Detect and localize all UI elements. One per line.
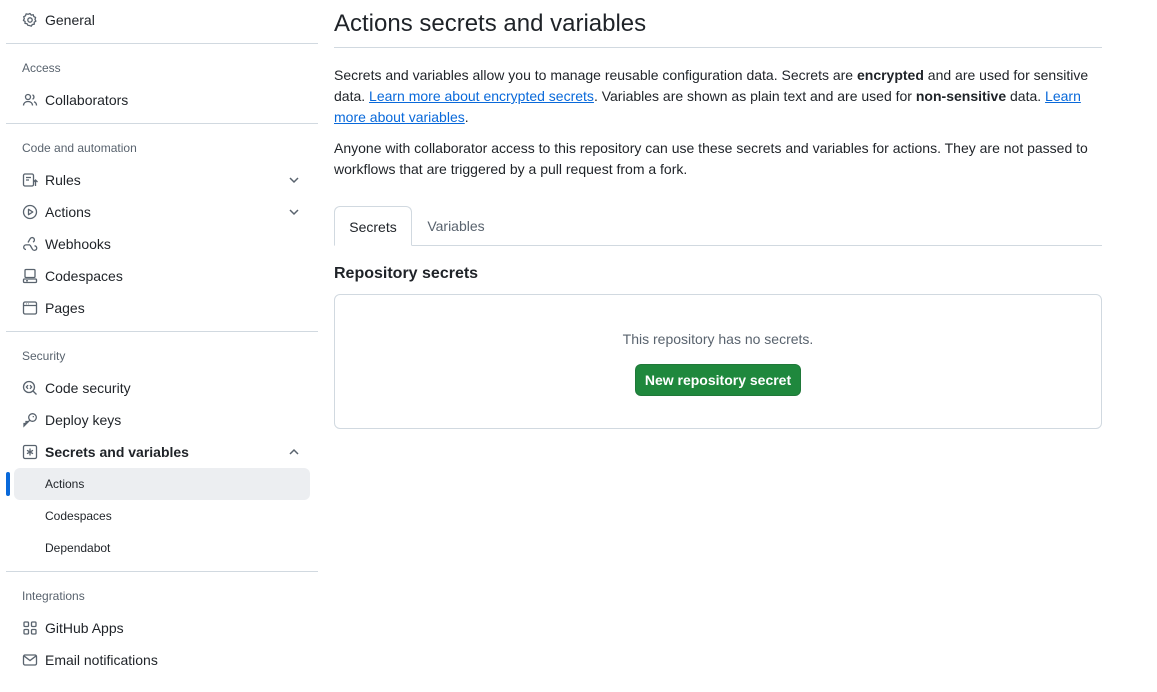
section-heading-access: Access — [22, 61, 61, 75]
chevron-up-icon[interactable] — [286, 444, 302, 460]
section-heading-code-automation: Code and automation — [22, 141, 137, 155]
sidebar-item-label: Pages — [45, 300, 85, 316]
apps-icon — [22, 620, 38, 636]
play-icon — [22, 204, 38, 220]
sidebar-item-collaborators[interactable]: Collaborators — [6, 84, 318, 116]
sidebar-subitem-label: Dependabot — [45, 541, 111, 555]
tab-variables[interactable]: Variables — [412, 206, 500, 246]
page-title: Actions secrets and variables — [334, 10, 647, 37]
collaborator-notice: Anyone with collaborator access to this … — [334, 140, 1088, 177]
active-indicator — [6, 472, 10, 496]
title-divider — [334, 47, 1102, 48]
sidebar-item-label: Collaborators — [45, 92, 129, 108]
sidebar-item-label: Deploy keys — [45, 412, 122, 428]
sidebar-divider — [6, 571, 318, 572]
sidebar-item-code-security[interactable]: Code security — [6, 372, 318, 404]
tab-bar: Secrets Variables — [334, 206, 1102, 246]
sidebar-subitem-codespaces[interactable]: Codespaces — [14, 500, 310, 532]
sidebar-item-label: General — [45, 12, 95, 28]
sidebar-subitem-actions[interactable]: Actions — [14, 468, 310, 500]
section-heading-security: Security — [22, 349, 66, 363]
intro-paragraph: Secrets and variables allow you to manag… — [334, 65, 1102, 128]
sidebar-subitem-dependabot[interactable]: Dependabot — [14, 532, 310, 564]
sidebar-item-codespaces[interactable]: Codespaces — [6, 260, 318, 292]
key-icon — [22, 412, 38, 428]
empty-message: This repository has no secrets. — [622, 331, 814, 347]
chevron-down-icon[interactable] — [286, 204, 302, 220]
rules-icon — [22, 172, 38, 188]
asterisk-icon — [22, 444, 38, 460]
sidebar-item-deploy-keys[interactable]: Deploy keys — [6, 404, 318, 436]
gear-icon — [22, 12, 38, 28]
sidebar-item-label: Codespaces — [45, 268, 123, 284]
repository-secrets-heading: Repository secrets — [334, 265, 479, 282]
sidebar-item-label: Secrets and variables — [45, 444, 189, 460]
sidebar-item-secrets-and-variables[interactable]: Secrets and variables — [6, 436, 318, 468]
codespaces-icon — [22, 268, 38, 284]
browser-icon — [22, 300, 38, 316]
intro-bold-non-sensitive: non-sensitive — [915, 88, 1007, 104]
sidebar-divider — [6, 43, 318, 44]
main-content: Actions secrets and variables Secrets an… — [334, 0, 1102, 692]
sidebar-divider — [6, 123, 318, 124]
settings-sidebar: General Access Collaborators Code and au… — [6, 0, 318, 692]
sidebar-item-email-notifications[interactable]: Email notifications — [6, 644, 318, 676]
sidebar-item-rules[interactable]: Rules — [6, 164, 318, 196]
intro-text: . Variables are shown as plain text and … — [593, 88, 916, 104]
sidebar-item-pages[interactable]: Pages — [6, 292, 318, 324]
tab-secrets[interactable]: Secrets — [334, 206, 412, 246]
sidebar-item-webhooks[interactable]: Webhooks — [6, 228, 318, 260]
sidebar-item-label: GitHub Apps — [45, 620, 124, 636]
intro-text: . — [464, 109, 469, 125]
sidebar-subitem-label: Codespaces — [45, 509, 112, 523]
intro-text: Secrets and variables allow you to manag… — [334, 67, 857, 83]
sidebar-item-label: Code security — [45, 380, 131, 396]
sidebar-item-label: Email notifications — [45, 652, 158, 668]
new-repository-secret-button[interactable]: New repository secret — [635, 364, 801, 396]
people-icon — [22, 92, 38, 108]
sidebar-item-actions[interactable]: Actions — [6, 196, 318, 228]
sidebar-divider — [6, 331, 318, 332]
section-heading-integrations: Integrations — [22, 589, 85, 603]
codescan-icon — [22, 380, 38, 396]
sidebar-item-label: Webhooks — [45, 236, 111, 252]
tabs-divider — [334, 245, 1102, 246]
sidebar-item-label: Rules — [45, 172, 81, 188]
learn-more-secrets-link[interactable]: Learn more about encrypted secrets — [369, 88, 594, 104]
chevron-down-icon[interactable] — [286, 172, 302, 188]
sidebar-item-general[interactable]: General — [6, 4, 318, 36]
webhook-icon — [22, 236, 38, 252]
intro-bold-encrypted: encrypted — [856, 67, 924, 83]
intro-text: data. — [1006, 88, 1046, 104]
secrets-empty-state: This repository has no secrets. New repo… — [334, 294, 1102, 429]
sidebar-item-label: Actions — [45, 204, 91, 220]
sidebar-subitem-label: Actions — [45, 477, 85, 491]
sidebar-item-github-apps[interactable]: GitHub Apps — [6, 612, 318, 644]
mail-icon — [22, 652, 38, 668]
